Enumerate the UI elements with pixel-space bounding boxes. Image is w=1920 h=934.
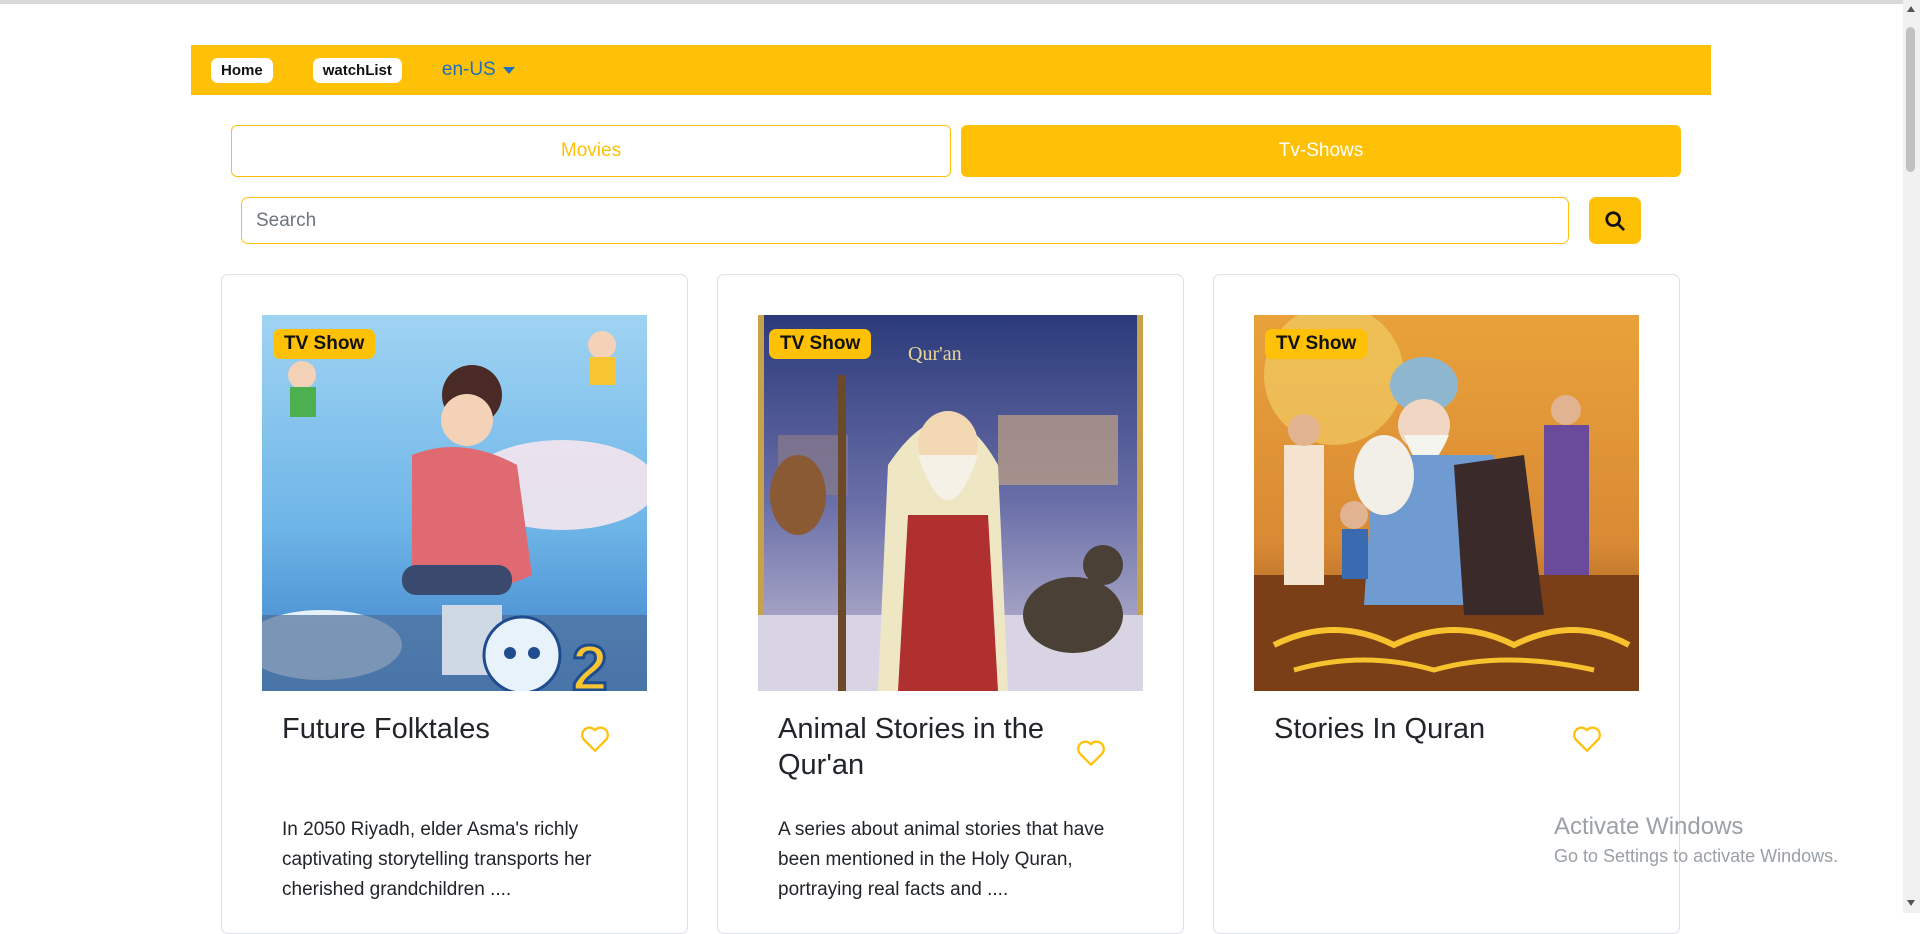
caret-down-icon (502, 66, 515, 74)
tv-show-badge: TV Show (273, 329, 376, 359)
svg-text:2: 2 (572, 632, 608, 691)
watchlist-link[interactable]: watchList (312, 57, 402, 83)
show-card[interactable]: 2 TV Show Future Folktales In 2050 Riyad… (221, 274, 688, 934)
search-icon (1605, 210, 1625, 231)
show-title: Future Folktales (282, 713, 490, 745)
show-description: In 2050 Riyadh, elder Asma's richly capt… (282, 819, 592, 900)
show-card[interactable]: Qur'an TV Show Animal Stories in the Qur… (717, 274, 1184, 934)
activate-windows-subtitle: Go to Settings to activate Windows. (1554, 846, 1839, 866)
show-description: A series about animal stories that have … (778, 819, 1105, 900)
language-label: en-US (441, 59, 496, 80)
scroll-up-arrow-icon[interactable] (1907, 6, 1915, 12)
show-poster[interactable]: 2 TV Show (262, 315, 647, 691)
scroll-down-arrow-icon[interactable] (1907, 900, 1915, 906)
heart-outline-icon[interactable] (1569, 721, 1605, 755)
search-input[interactable] (241, 197, 1569, 244)
browser-top-border (0, 0, 1920, 4)
search-button[interactable] (1589, 197, 1641, 244)
show-title: Animal Stories in the Qur'an (778, 713, 1044, 781)
svg-text:Qur'an: Qur'an (908, 343, 962, 365)
language-dropdown[interactable]: en-US (442, 59, 515, 81)
tv-show-badge: TV Show (1265, 329, 1368, 359)
show-poster[interactable]: Qur'an TV Show (758, 315, 1143, 691)
tab-movies[interactable]: Movies (231, 125, 951, 177)
tv-show-badge: TV Show (769, 329, 872, 359)
activate-windows-title: Activate Windows (1554, 813, 1744, 840)
show-poster[interactable]: TV Show (1254, 315, 1639, 691)
heart-outline-icon[interactable] (1073, 735, 1109, 769)
show-title: Stories In Quran (1274, 713, 1486, 745)
home-link[interactable]: Home (211, 57, 273, 83)
scrollbar-thumb[interactable] (1906, 27, 1915, 172)
page-scrollbar[interactable] (1903, 0, 1920, 913)
tab-tv-shows[interactable]: Tv-Shows (961, 125, 1681, 177)
top-navbar: Home watchList en-US (191, 45, 1711, 95)
heart-outline-icon[interactable] (577, 721, 613, 755)
